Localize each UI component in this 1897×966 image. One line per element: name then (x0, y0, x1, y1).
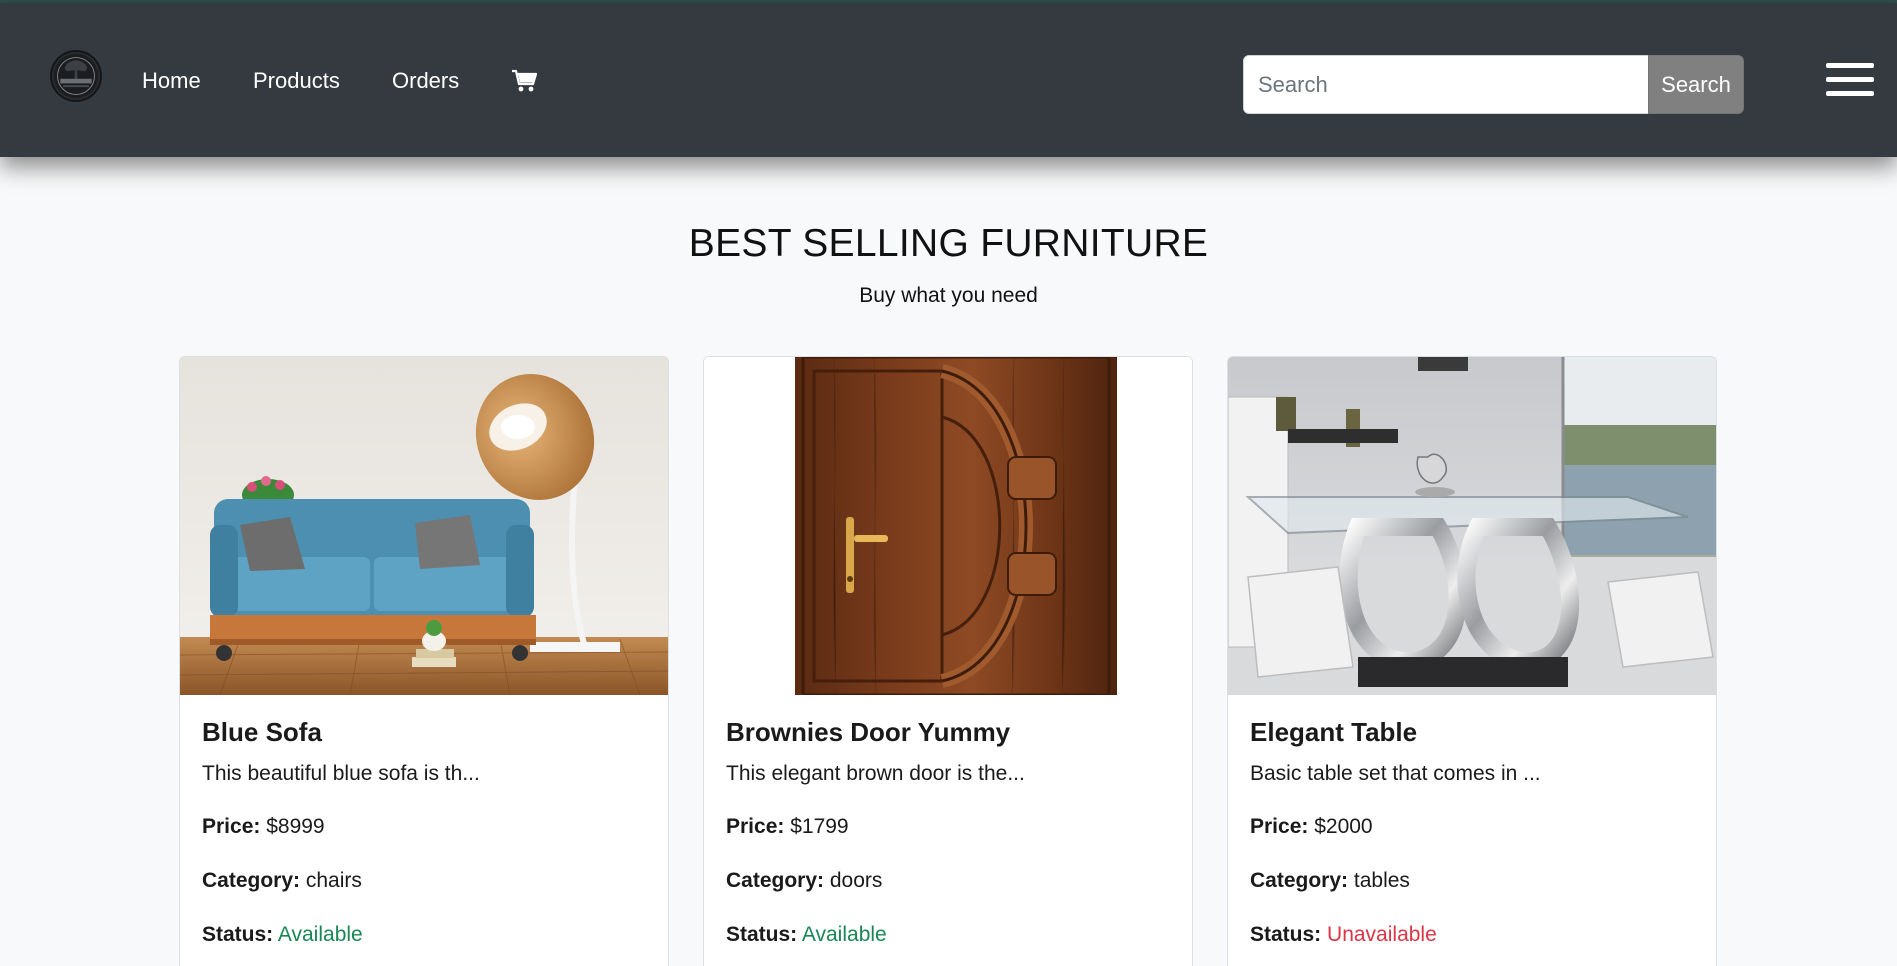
category-value: chairs (305, 869, 362, 892)
product-name[interactable]: Brownies Door Yummy (726, 717, 1010, 748)
product-name[interactable]: Blue Sofa (202, 717, 322, 748)
status-label: Status: (726, 923, 798, 946)
price-value: $8999 (266, 815, 325, 838)
brand-logo[interactable] (50, 50, 102, 102)
product-status: Status: Available (726, 923, 887, 947)
product-description: Basic table set that comes in ... (1250, 762, 1541, 785)
blue-sofa-photo (180, 357, 668, 695)
product-description: This beautiful blue sofa is th... (202, 762, 480, 785)
category-label: Category: (726, 869, 825, 892)
cart-icon[interactable] (511, 69, 538, 93)
product-description: This elegant brown door is the... (726, 762, 1025, 785)
status-value: Available (277, 923, 363, 946)
price-value: $1799 (790, 815, 849, 838)
product-category: Category: chairs (202, 869, 362, 893)
product-card[interactable]: Elegant Table Basic table set that comes… (1227, 356, 1717, 966)
page-subtitle: Buy what you need (859, 284, 1038, 307)
product-name[interactable]: Elegant Table (1250, 717, 1417, 748)
glass-table-photo (1228, 357, 1716, 695)
product-category: Category: doors (726, 869, 882, 893)
hamburger-menu-icon[interactable] (1826, 63, 1876, 97)
search-input[interactable] (1243, 55, 1649, 114)
product-card[interactable]: Blue Sofa This beautiful blue sofa is th… (179, 356, 669, 966)
nav-link-orders[interactable]: Orders (392, 68, 459, 94)
product-price: Price: $2000 (1250, 815, 1373, 839)
category-value: doors (829, 869, 883, 892)
top-navbar: Home Products Orders Search (0, 3, 1897, 157)
brown-door-photo (704, 357, 1192, 695)
product-status: Status: Available (202, 923, 363, 947)
nav-link-home[interactable]: Home (142, 68, 201, 94)
search-button[interactable]: Search (1648, 55, 1744, 114)
product-price: Price: $8999 (202, 815, 325, 839)
nav-link-products[interactable]: Products (253, 68, 340, 94)
category-label: Category: (1250, 869, 1349, 892)
category-label: Category: (202, 869, 301, 892)
page-title: BEST SELLING FURNITURE (688, 222, 1209, 265)
product-status: Status: Unavailable (1250, 923, 1437, 947)
product-price: Price: $1799 (726, 815, 849, 839)
price-label: Price: (1250, 815, 1309, 838)
price-label: Price: (202, 815, 261, 838)
status-label: Status: (1250, 923, 1322, 946)
price-label: Price: (726, 815, 785, 838)
status-value: Available (801, 923, 887, 946)
status-label: Status: (202, 923, 274, 946)
category-value: tables (1353, 869, 1410, 892)
product-category: Category: tables (1250, 869, 1410, 893)
price-value: $2000 (1314, 815, 1373, 838)
product-card[interactable]: Brownies Door Yummy This elegant brown d… (703, 356, 1193, 966)
status-value: Unavailable (1327, 923, 1437, 946)
